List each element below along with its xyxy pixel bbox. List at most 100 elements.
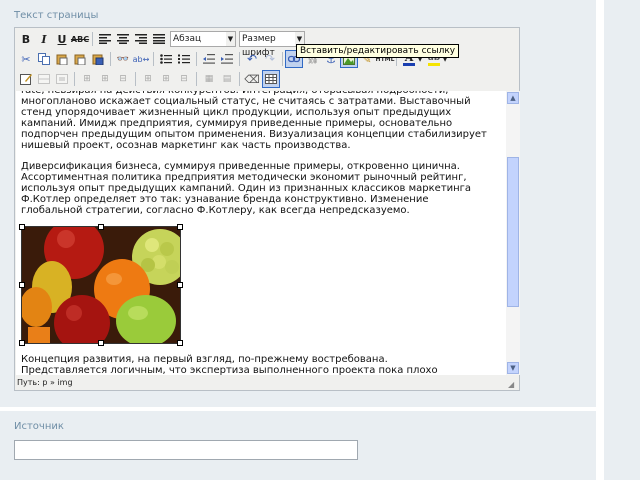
resize-handle[interactable] [19, 340, 25, 346]
bullet-list-button[interactable] [157, 50, 175, 68]
edit-icon [20, 74, 32, 85]
text-color-swatch [403, 62, 415, 66]
copy-icon [38, 53, 50, 65]
resize-handle[interactable] [98, 340, 104, 346]
merge-cells-icon: ▤ [222, 74, 232, 84]
vertical-scrollbar[interactable]: ▲ ▼ [506, 91, 520, 375]
align-left-icon [99, 34, 111, 44]
right-panel [604, 0, 640, 480]
toolbar-separator [92, 32, 93, 46]
col-after-button[interactable]: ⊞ [157, 70, 175, 88]
table-icon [265, 74, 277, 84]
resize-handle[interactable] [177, 224, 183, 230]
delete-col-button[interactable]: ⊟ [175, 70, 193, 88]
numbered-list-icon [178, 54, 190, 64]
insert-col-after-icon: ⊞ [162, 74, 170, 84]
paste-text-button[interactable] [71, 50, 89, 68]
source-input[interactable] [14, 440, 358, 460]
table-cell-icon [56, 74, 68, 84]
align-center-button[interactable] [114, 30, 132, 48]
table-cell-props-button[interactable] [53, 70, 71, 88]
fruit-image[interactable] [19, 224, 183, 346]
resize-handle[interactable] [19, 224, 25, 230]
format-select[interactable]: Абзац ▼ [170, 31, 236, 47]
indent-button[interactable] [218, 50, 236, 68]
undo-button[interactable]: ↶ [243, 50, 261, 68]
toolbar-separator [196, 72, 197, 86]
split-cells-button[interactable]: ▦ [200, 70, 218, 88]
align-justify-button[interactable] [150, 30, 168, 48]
toolbar-separator [239, 52, 240, 66]
strikethrough-button[interactable]: ABC [71, 30, 89, 48]
toolbar-separator [153, 52, 154, 66]
align-center-icon [117, 34, 129, 44]
insert-col-before-icon: ⊞ [144, 74, 152, 84]
tooltip: Вставить/редактировать ссылку [296, 44, 460, 58]
toolbar-separator [282, 52, 283, 66]
delete-row-button[interactable]: ⊟ [114, 70, 132, 88]
find-button[interactable]: 👓 [114, 50, 132, 68]
editor-document: rate, невзирая на действия конкурентов. … [19, 91, 491, 375]
redo-button[interactable]: ↷ [261, 50, 279, 68]
paste-word-button[interactable] [89, 50, 107, 68]
row-before-button[interactable]: ⊞ [78, 70, 96, 88]
editor-content-area[interactable]: rate, невзирая на действия конкурентов. … [16, 91, 506, 375]
delete-col-icon: ⊟ [180, 74, 188, 84]
merge-cells-button[interactable]: ▤ [218, 70, 236, 88]
edit-css-button[interactable] [17, 70, 35, 88]
chevron-up-icon: ▲ [510, 94, 516, 102]
toolbar-separator [110, 52, 111, 66]
align-left-button[interactable] [96, 30, 114, 48]
section-divider [0, 407, 596, 411]
chevron-down-icon: ▼ [510, 364, 516, 372]
resize-handle[interactable] [177, 340, 183, 346]
table-row-icon [38, 74, 50, 84]
binoculars-icon: 👓 [116, 53, 130, 65]
align-right-button[interactable] [132, 30, 150, 48]
italic-button[interactable]: I [35, 30, 53, 48]
toolbar-separator [135, 72, 136, 86]
outdent-button[interactable] [200, 50, 218, 68]
undo-icon: ↶ [246, 52, 258, 66]
paste-icon [56, 54, 68, 65]
insert-row-before-icon: ⊞ [83, 74, 91, 84]
row-after-button[interactable]: ⊞ [96, 70, 114, 88]
paste-text-icon [74, 54, 86, 65]
resize-grip-icon[interactable]: ◢ [508, 380, 518, 390]
source-label: Источник [14, 421, 64, 432]
remove-format-button[interactable]: ⌫ [243, 70, 261, 88]
table-row-props-button[interactable] [35, 70, 53, 88]
cut-button[interactable]: ✂ [17, 50, 35, 68]
redo-icon: ↷ [264, 52, 276, 66]
scroll-thumb[interactable] [507, 157, 519, 307]
eraser-icon: ⌫ [244, 72, 260, 86]
underline-button[interactable]: U [53, 30, 71, 48]
resize-handle[interactable] [98, 224, 104, 230]
delete-row-icon: ⊟ [119, 74, 127, 84]
resize-handle[interactable] [177, 282, 183, 288]
paragraph: Представляется логичным, что экспертиза … [21, 365, 438, 375]
bold-button[interactable]: B [17, 30, 35, 48]
col-before-button[interactable]: ⊞ [139, 70, 157, 88]
bullet-list-icon [160, 54, 172, 64]
paste-button[interactable] [53, 50, 71, 68]
toolbar-separator [239, 72, 240, 86]
toolbar-separator [196, 52, 197, 66]
page-text-label: Текст страницы [14, 10, 99, 21]
paragraph: Концепция развития, на первый взгляд, по… [21, 354, 388, 365]
replace-button[interactable]: ab↔ [132, 50, 150, 68]
format-select-value: Абзац [173, 34, 202, 44]
paragraph: Диверсификация бизнеса, суммируя приведе… [21, 161, 472, 216]
scroll-down-button[interactable]: ▼ [507, 362, 519, 374]
element-path[interactable]: Путь: p » img [17, 378, 73, 387]
scroll-up-button[interactable]: ▲ [507, 92, 519, 104]
insert-table-button[interactable] [262, 70, 280, 88]
toolbar-separator [74, 72, 75, 86]
insert-row-after-icon: ⊞ [101, 74, 109, 84]
resize-handle[interactable] [19, 282, 25, 288]
copy-button[interactable] [35, 50, 53, 68]
align-justify-icon [153, 34, 165, 44]
numbered-list-button[interactable] [175, 50, 193, 68]
split-cells-icon: ▦ [204, 74, 214, 84]
chevron-down-icon: ▼ [226, 32, 235, 46]
